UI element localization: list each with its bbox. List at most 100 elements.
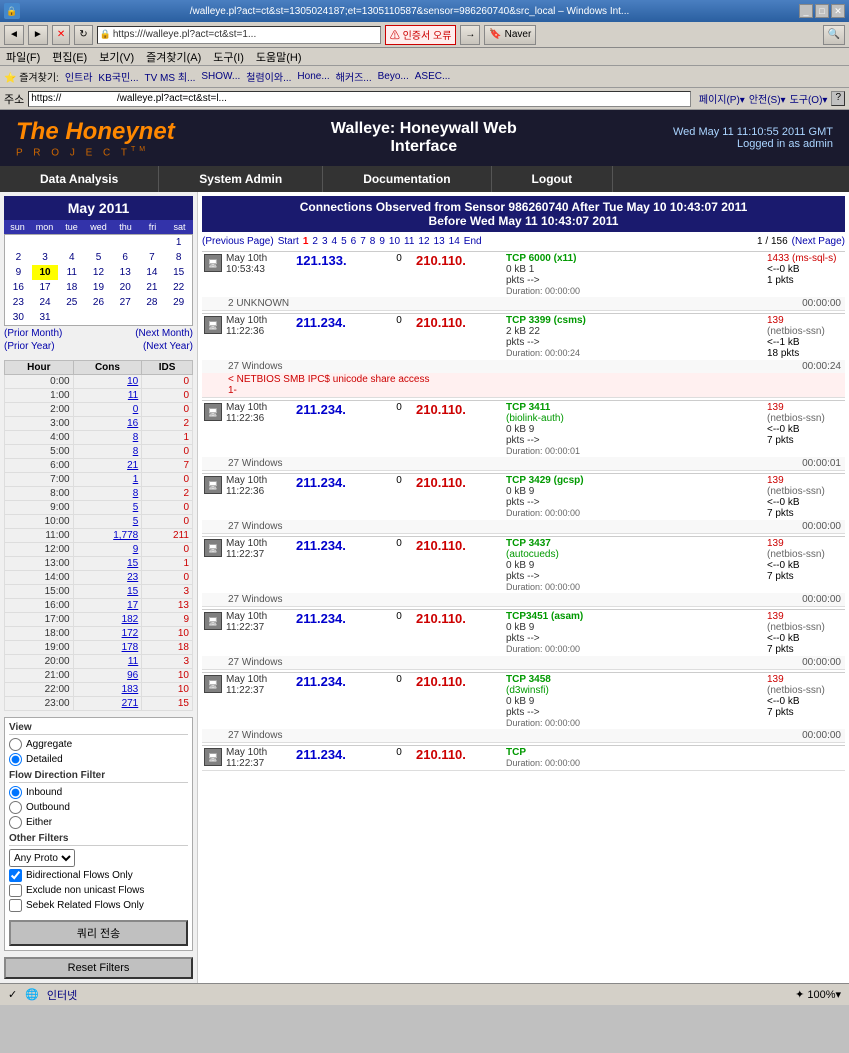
next-page-link[interactable]: (Next Page): [792, 236, 845, 247]
stats-cons[interactable]: 21: [73, 459, 142, 473]
sebek-checkbox[interactable]: [9, 899, 22, 912]
prev-page-link[interactable]: (Previous Page): [202, 236, 274, 247]
next-month-link[interactable]: (Next Month): [135, 328, 193, 339]
stats-cons[interactable]: 9: [73, 543, 142, 557]
page-menu[interactable]: 페이지(P)▾: [699, 91, 745, 106]
dst-ip[interactable]: 210.110.: [416, 747, 466, 762]
dst-ip[interactable]: 210.110.: [416, 475, 466, 490]
stats-cons[interactable]: 178: [73, 641, 142, 655]
stats-cons[interactable]: 23: [73, 571, 142, 585]
proto-select[interactable]: Any Proto TCP UDP ICMP: [9, 849, 75, 867]
stop-button[interactable]: ✕: [52, 25, 70, 45]
menu-help[interactable]: 도움말(H): [254, 49, 304, 65]
cal-day-8[interactable]: 8: [165, 250, 192, 265]
safe-menu[interactable]: 안전(S)▾: [749, 91, 786, 106]
stats-cons[interactable]: 17: [73, 599, 142, 613]
dst-ip[interactable]: 210.110.: [416, 674, 466, 689]
stats-cons[interactable]: 8: [73, 445, 142, 459]
naver-button[interactable]: 🔖 Naver: [484, 25, 536, 45]
address-input[interactable]: [28, 91, 691, 107]
menu-tools[interactable]: 도구(I): [211, 49, 246, 65]
fav-cheollyom[interactable]: 철렴이와...: [246, 69, 291, 84]
go-button[interactable]: →: [460, 25, 480, 45]
page-10[interactable]: 10: [389, 236, 400, 247]
page-9[interactable]: 9: [379, 236, 385, 247]
stats-cons[interactable]: 16: [73, 417, 142, 431]
cal-cell[interactable]: [165, 310, 192, 325]
tab-system-admin[interactable]: System Admin: [159, 166, 323, 192]
either-radio[interactable]: [9, 816, 22, 829]
close-button[interactable]: ✕: [831, 4, 845, 18]
cal-day-12[interactable]: 12: [85, 265, 112, 280]
detailed-radio[interactable]: [9, 753, 22, 766]
page-2[interactable]: 2: [312, 236, 318, 247]
fav-beyo[interactable]: Beyo...: [378, 71, 409, 82]
cal-day-28[interactable]: 28: [139, 295, 166, 310]
cal-day-13[interactable]: 13: [112, 265, 139, 280]
src-ip[interactable]: 211.234.: [296, 315, 346, 330]
src-ip[interactable]: 211.234.: [296, 475, 346, 490]
prior-year-link[interactable]: (Prior Year): [4, 341, 55, 352]
cal-day-20[interactable]: 20: [112, 280, 139, 295]
reset-filters-button[interactable]: Reset Filters: [4, 957, 193, 979]
cal-day-7[interactable]: 7: [139, 250, 166, 265]
window-controls[interactable]: _ □ ✕: [799, 4, 845, 18]
help-button-browser[interactable]: ?: [831, 91, 845, 106]
submit-button[interactable]: 쿼리 전송: [9, 920, 188, 946]
cal-day-14[interactable]: 14: [139, 265, 166, 280]
cal-cell[interactable]: [139, 235, 166, 250]
src-ip[interactable]: 121.133.: [296, 253, 347, 268]
menu-favorites[interactable]: 즐겨찾기(A): [144, 49, 203, 65]
page-12[interactable]: 12: [418, 236, 429, 247]
stats-cons[interactable]: 182: [73, 613, 142, 627]
cal-day-19[interactable]: 19: [85, 280, 112, 295]
tools-menu[interactable]: 도구(O)▾: [790, 91, 828, 106]
cal-cell[interactable]: [112, 235, 139, 250]
menu-file[interactable]: 파일(F): [4, 49, 42, 65]
page-7[interactable]: 7: [360, 236, 366, 247]
stats-cons[interactable]: 183: [73, 683, 142, 697]
dst-ip[interactable]: 210.110.: [416, 611, 466, 626]
cal-day-9[interactable]: 9: [5, 265, 32, 280]
stats-cons[interactable]: 15: [73, 585, 142, 599]
page-13[interactable]: 13: [434, 236, 445, 247]
stats-cons[interactable]: 1: [73, 473, 142, 487]
search-button[interactable]: 🔍: [823, 25, 845, 45]
src-ip[interactable]: 211.234.: [296, 674, 346, 689]
cal-day-2[interactable]: 2: [5, 250, 32, 265]
page-14[interactable]: 14: [449, 236, 460, 247]
dst-ip[interactable]: 210.110.: [416, 538, 466, 553]
fav-asec[interactable]: ASEC...: [415, 71, 451, 82]
stats-cons[interactable]: 1,778: [73, 529, 142, 543]
fav-intra[interactable]: 인트라: [65, 69, 93, 84]
src-ip[interactable]: 211.234.: [296, 538, 346, 553]
page-6[interactable]: 6: [351, 236, 357, 247]
stats-cons[interactable]: 0: [73, 403, 142, 417]
src-ip[interactable]: 211.234.: [296, 611, 346, 626]
cal-cell[interactable]: [32, 235, 59, 250]
cal-day-4[interactable]: 4: [58, 250, 85, 265]
cal-cell[interactable]: [58, 235, 85, 250]
aggregate-radio[interactable]: [9, 738, 22, 751]
tab-logout[interactable]: Logout: [492, 166, 614, 192]
cal-cell[interactable]: [85, 235, 112, 250]
dst-ip[interactable]: 210.110.: [416, 402, 466, 417]
cal-cell[interactable]: [85, 310, 112, 325]
refresh-button[interactable]: ↻: [74, 25, 92, 45]
cal-day-1[interactable]: 1: [165, 235, 192, 250]
page-5[interactable]: 5: [341, 236, 347, 247]
menu-view[interactable]: 보기(V): [97, 49, 136, 65]
cal-day-5[interactable]: 5: [85, 250, 112, 265]
exclude-checkbox[interactable]: [9, 884, 22, 897]
page-4[interactable]: 4: [332, 236, 338, 247]
end-page-link[interactable]: End: [464, 236, 482, 247]
maximize-button[interactable]: □: [815, 4, 829, 18]
start-page-link[interactable]: Start: [278, 236, 299, 247]
cal-day-27[interactable]: 27: [112, 295, 139, 310]
cal-cell[interactable]: [112, 310, 139, 325]
cal-day-21[interactable]: 21: [139, 280, 166, 295]
back-button[interactable]: ◄: [4, 25, 24, 45]
cal-day-10[interactable]: 10: [32, 265, 59, 280]
cal-cell[interactable]: [58, 310, 85, 325]
dst-ip[interactable]: 210.110.: [416, 253, 466, 268]
